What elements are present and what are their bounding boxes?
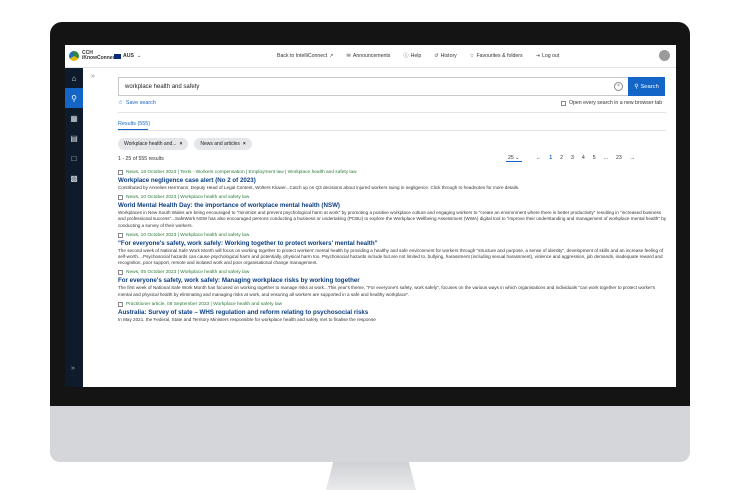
filter-chip[interactable]: Workplace health and... × — [118, 138, 189, 150]
page-link[interactable]: 4 — [582, 155, 585, 161]
search-input-value: workplace health and safety — [125, 83, 200, 90]
tab-results[interactable]: Results (555) — [118, 121, 150, 127]
magnifier-icon: ⚲ — [634, 83, 639, 90]
result-snippet: The first week of National Safe Work Mon… — [118, 285, 656, 297]
result-title-link[interactable]: Australia: Survey of state – WHS regulat… — [118, 309, 668, 316]
result-checkbox[interactable] — [118, 195, 123, 201]
result-title-link[interactable]: World Mental Health Day: the importance … — [118, 202, 668, 209]
page-link[interactable]: 5 — [593, 155, 596, 161]
star-icon: ☆ — [118, 100, 123, 106]
save-search-link[interactable]: ☆ Save search — [118, 100, 156, 106]
book-icon[interactable]: □ — [65, 148, 83, 168]
result-snippet: Contributed by Annelies Herrmann, Deputy… — [118, 185, 520, 190]
list-item: News, 10 October 2023 | Workplace health… — [118, 232, 668, 267]
expand-panel-icon[interactable]: » — [91, 73, 95, 80]
search-button[interactable]: ⚲ Search — [628, 77, 665, 96]
favourites-folders-link[interactable]: ☆ Favourites & folders — [470, 52, 523, 59]
external-link-icon: ↗ — [329, 52, 334, 59]
history-link[interactable]: ↺ History — [434, 52, 457, 59]
result-meta: News, 10 October 2023 | Workplace health… — [126, 232, 250, 238]
pagination: ← 1 2 3 4 5 ... 23 → — [536, 155, 635, 161]
top-bar: CCH iKnowConnect AUS ⌄ Back to IntelliCo… — [65, 45, 676, 68]
monitor-chin — [50, 406, 690, 462]
result-meta: Practitioner article, 08 September 2023 … — [126, 301, 283, 307]
help-icon: ⓘ — [403, 53, 409, 59]
per-page-select[interactable]: 25 ⌄ — [506, 155, 522, 162]
help-link[interactable]: ⓘ Help — [403, 52, 421, 60]
brand-logo-icon[interactable] — [69, 51, 79, 61]
user-avatar[interactable] — [659, 50, 670, 61]
result-snippet: In May 2021, the Federal, State and Terr… — [118, 316, 376, 322]
result-checkbox[interactable] — [118, 270, 123, 276]
result-title-link[interactable]: "For everyone's safety, work safely: Wor… — [118, 240, 668, 247]
close-icon[interactable]: × — [179, 141, 182, 147]
region-label: AUS — [123, 53, 134, 59]
result-checkbox[interactable] — [118, 232, 123, 238]
logout-icon: ⇥ — [535, 52, 540, 59]
top-navigation: Back to IntelliConnect ↗ ✉ Announcements ⓘ… — [277, 52, 560, 60]
result-snippet: The second week of National Safe Work Mo… — [118, 247, 664, 266]
result-snippet: Workplaces in New South Wales are being … — [118, 210, 667, 228]
chevron-down-icon: ⌄ — [136, 53, 142, 59]
search-icon[interactable]: ⚲ — [65, 88, 83, 108]
page-link[interactable]: 2 — [560, 155, 563, 161]
new-tab-checkbox[interactable] — [561, 100, 566, 106]
result-checkbox[interactable] — [118, 170, 123, 175]
australia-flag-icon — [114, 53, 121, 59]
brand-name[interactable]: CCH iKnowConnect — [82, 50, 117, 62]
result-title-link[interactable]: For everyone's safety, work safely: Mana… — [118, 277, 668, 284]
chevron-down-icon: ⌄ — [515, 155, 520, 161]
result-meta: News, 05 October 2023 | Workplace health… — [126, 270, 250, 276]
page-link[interactable]: 1 — [549, 155, 552, 161]
page-ellipsis: ... — [603, 155, 608, 161]
list-item: News, 10 October 2023 | Workplace health… — [118, 195, 668, 229]
filter-chips: Workplace health and... × News and articl… — [118, 138, 252, 150]
result-meta: News, 10 October 2023 | Workplace health… — [126, 195, 250, 201]
clear-search-icon[interactable]: × — [614, 82, 623, 91]
search-input[interactable]: workplace health and safety × — [118, 77, 630, 96]
next-page-icon[interactable]: → — [630, 155, 635, 161]
filter-chip[interactable]: News and articles × — [194, 138, 252, 150]
tab-divider — [118, 130, 666, 131]
history-icon: ↺ — [434, 52, 439, 59]
library-icon[interactable]: ▦ — [65, 108, 83, 128]
sidebar: ⌂ ⚲ ▦ ▤ □ ▩ — [65, 68, 83, 387]
log-out-link[interactable]: ⇥ Log out — [536, 52, 560, 59]
star-icon: ☆ — [469, 52, 475, 59]
home-icon[interactable]: ⌂ — [65, 68, 83, 88]
back-to-intelliconnect-link[interactable]: Back to IntelliConnect ↗ — [277, 52, 334, 59]
divider — [118, 112, 666, 113]
list-item: News, 05 October 2023 | Workplace health… — [118, 270, 668, 297]
monitor-stand — [326, 462, 416, 490]
prev-page-icon[interactable]: ← — [536, 155, 541, 161]
result-checkbox[interactable] — [118, 301, 123, 307]
list-item: Practitioner article, 08 September 2023 … — [118, 301, 668, 323]
results-list: News, 18 October 2023 | Texts - Workers … — [118, 170, 668, 327]
announcements-link[interactable]: ✉ Announcements — [347, 52, 391, 59]
app-screen: CCH iKnowConnect AUS ⌄ Back to IntelliCo… — [65, 45, 676, 387]
result-meta: News, 18 October 2023 | Texts - Workers … — [126, 170, 357, 175]
page-link[interactable]: 3 — [571, 155, 574, 161]
page-link[interactable]: 23 — [616, 155, 622, 161]
megaphone-icon: ✉ — [346, 52, 351, 59]
new-tab-option[interactable]: Open every search in a new browser tab — [561, 100, 662, 106]
region-selector[interactable]: AUS ⌄ — [114, 53, 141, 59]
results-count: 1 - 25 of 555 results — [118, 156, 164, 162]
news-icon[interactable]: ▤ — [65, 128, 83, 148]
close-icon[interactable]: × — [243, 141, 246, 147]
list-item: News, 18 October 2023 | Texts - Workers … — [118, 170, 668, 191]
expand-sidebar-icon[interactable]: » — [71, 365, 75, 372]
tools-icon[interactable]: ▩ — [65, 168, 83, 188]
result-title-link[interactable]: Workplace negligence case alert (No 2 of… — [118, 177, 668, 184]
